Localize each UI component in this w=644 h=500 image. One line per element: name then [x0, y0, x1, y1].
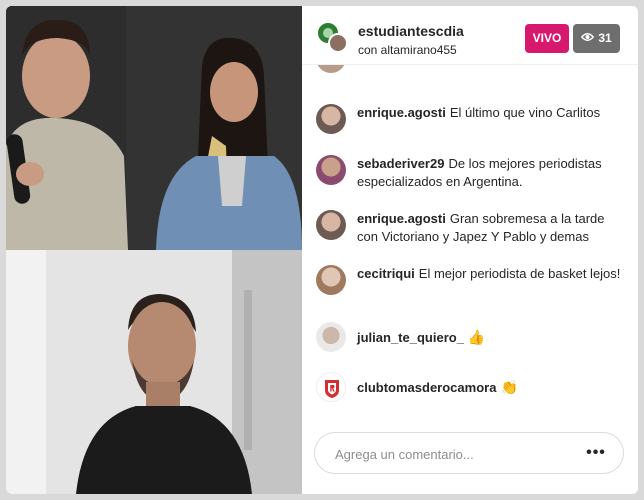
host-username[interactable]: estudiantescdia — [358, 23, 464, 39]
comment-box[interactable]: ••• — [314, 432, 624, 475]
comment-username[interactable]: enrique.agosti — [357, 105, 446, 120]
comment-username[interactable]: cecitriqui — [357, 266, 415, 281]
comment-composer: ••• — [302, 426, 638, 494]
live-avatars[interactable] — [316, 21, 350, 55]
guest-avatar[interactable] — [328, 33, 348, 53]
live-chat-panel: estudiantescdia con altamirano455 VIVO 3… — [302, 6, 638, 494]
live-header: estudiantescdia con altamirano455 VIVO 3… — [302, 6, 638, 65]
commenter-avatar[interactable] — [316, 210, 346, 240]
comment-text: enrique.agosti Gran sobremesa a la tarde … — [357, 210, 627, 246]
eye-icon — [581, 24, 595, 53]
comment-text: enrique.agosti El último que vino Carlito… — [357, 104, 627, 122]
live-badge: VIVO — [525, 24, 569, 53]
comment-username[interactable]: clubtomasderocamora — [357, 380, 496, 395]
comment-text: clubtomasderocamora 👏 — [357, 378, 627, 397]
guest-line[interactable]: con altamirano455 — [358, 43, 457, 57]
comment-input[interactable] — [333, 433, 577, 475]
viewer-count-badge[interactable]: 31 — [573, 24, 620, 53]
commenter-avatar[interactable] — [316, 155, 346, 185]
comment-username[interactable]: julian_te_quiero_ — [357, 330, 464, 345]
host-video-feed — [6, 6, 302, 250]
commenter-avatar[interactable] — [316, 322, 346, 352]
commenter-avatar[interactable] — [316, 104, 346, 134]
comment-text: julian_te_quiero_ 👍 — [357, 328, 627, 347]
comment-text: sebaderiver29 De los mejores periodistas … — [357, 155, 627, 191]
video-area — [6, 6, 302, 494]
comment-body: El último que vino Carlitos — [449, 105, 601, 120]
club-crest-icon — [325, 380, 339, 398]
comment-username[interactable]: sebaderiver29 — [357, 156, 444, 171]
more-options-icon: ••• — [586, 444, 606, 461]
thumbs-up-icon: 👍 — [467, 329, 486, 345]
guest-video-image — [6, 250, 302, 494]
commenter-avatar[interactable] — [316, 265, 346, 295]
guest-video-feed — [6, 250, 302, 494]
comment-username[interactable]: enrique.agosti — [357, 211, 446, 226]
comment-body: El mejor periodista de basket lejos! — [418, 266, 621, 281]
host-video-image — [6, 6, 302, 250]
comment-list[interactable]: enrique.agosti El último que vino Carlito… — [302, 65, 638, 426]
commenter-avatar[interactable] — [316, 372, 346, 402]
live-window: estudiantescdia con altamirano455 VIVO 3… — [6, 6, 638, 494]
comment-text: cecitriqui El mejor periodista de basket … — [357, 265, 627, 283]
clapping-hands-icon: 👏 — [500, 379, 518, 395]
more-options-button[interactable]: ••• — [581, 439, 611, 467]
viewer-count: 31 — [598, 31, 612, 45]
commenter-avatar — [316, 65, 346, 73]
